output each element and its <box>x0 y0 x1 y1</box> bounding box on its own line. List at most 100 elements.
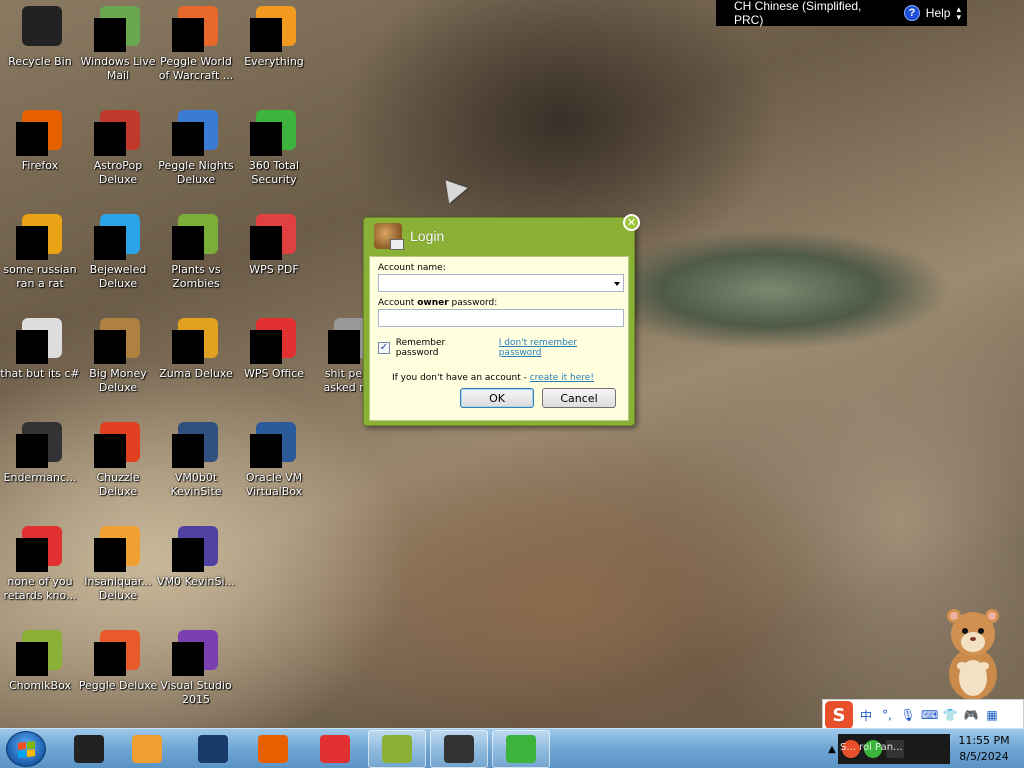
desktop-icon-label: Peggle World of Warcraft ... <box>158 55 234 82</box>
signup-text: If you don't have an account - <box>392 373 530 383</box>
desktop-icon[interactable]: Everything <box>234 4 314 69</box>
clock[interactable]: 11:55 PM 8/5/2024 <box>950 733 1018 765</box>
desktop-icon[interactable]: Visual Studio 2015 <box>156 628 236 707</box>
options-icon[interactable]: ▴ ▾ <box>956 5 961 22</box>
account-name-label: Account name: <box>378 263 446 273</box>
password-label: Account owner password: <box>378 298 498 308</box>
desktop-icon[interactable]: Peggle Nights Deluxe <box>156 108 236 187</box>
remember-password-label[interactable]: Remember password <box>396 338 489 358</box>
desktop-icon[interactable]: VM0 KevinSi... <box>156 524 236 589</box>
desktop-icon-label: VM0b0t KevinSite <box>170 471 222 498</box>
desktop-icon-label: Everything <box>244 55 304 68</box>
desktop-icon[interactable]: WPS Office <box>234 316 314 381</box>
desktop-icon[interactable]: Zuma Deluxe <box>156 316 236 381</box>
redaction-box <box>172 538 204 572</box>
redaction-box <box>172 18 204 52</box>
desktop-icon[interactable]: Firefox <box>0 108 80 173</box>
desktop-icon[interactable]: none of you retards kno... <box>0 524 80 603</box>
virtualbox-icon <box>250 420 298 468</box>
redaction-box <box>16 538 48 572</box>
desktop-icon-label: 360 Total Security <box>248 159 300 186</box>
everything-icon <box>250 4 298 52</box>
taskbar-app-button[interactable] <box>306 730 364 768</box>
browser-icon <box>16 524 64 572</box>
desktop-icon[interactable]: Windows Live Mail <box>78 4 158 83</box>
ime-mode-toggle[interactable]: 中 <box>858 707 874 724</box>
peggle-nights-icon <box>172 108 220 156</box>
dialog-titlebar[interactable]: Login <box>364 218 634 254</box>
desktop-icon[interactable]: Oracle VM VirtualBox <box>234 420 314 499</box>
gamepad-icon[interactable]: 🎮 <box>963 708 979 722</box>
redaction-box <box>94 538 126 572</box>
big-money-icon <box>94 316 142 364</box>
desktop-icon[interactable]: Chuzzle Deluxe <box>78 420 158 499</box>
tray-icons: S... rol Pan... <box>838 734 950 764</box>
sogou-logo-icon[interactable]: S <box>825 701 853 729</box>
desktop-icon-label: none of you retards kno... <box>3 575 77 602</box>
show-hidden-icons-icon[interactable]: ▲ <box>826 744 838 755</box>
redaction-box <box>16 330 48 364</box>
redaction-box <box>250 122 282 156</box>
ime-toolbar[interactable]: S 中 °, 🎙 ⌨ 👕 🎮 ▦ <box>822 699 1024 731</box>
peggle-icon <box>94 628 142 676</box>
desktop-icon[interactable]: that but its c# <box>0 316 80 381</box>
redaction-box <box>328 330 360 364</box>
desktop-icon[interactable]: some russian ran a rat <box>0 212 80 291</box>
desktop-icon-label: Endermanc... <box>3 471 77 484</box>
cancel-button[interactable]: Cancel <box>542 388 616 408</box>
desktop-icon[interactable]: AstroPop Deluxe <box>78 108 158 187</box>
desktop-icon[interactable]: Plants vs Zombies <box>156 212 236 291</box>
help-label[interactable]: Help <box>926 6 951 20</box>
account-name-combobox[interactable] <box>378 274 624 292</box>
desktop-icon[interactable]: Endermanc... <box>0 420 80 485</box>
skin-icon[interactable]: 👕 <box>942 708 958 722</box>
taskbar-app-button[interactable] <box>60 730 118 768</box>
taskbar-app-button[interactable] <box>430 730 488 768</box>
close-icon[interactable]: ✕ <box>623 214 640 231</box>
taskbar-app-button[interactable] <box>118 730 176 768</box>
dropdown-arrow-icon[interactable] <box>614 282 620 286</box>
forgot-password-link[interactable]: I don't remember password <box>499 338 620 358</box>
dialog-body: Account name: Account owner password: ✓ … <box>369 256 629 421</box>
help-icon[interactable]: ? <box>904 5 920 21</box>
desktop-icon-label: Big Money Deluxe <box>89 367 147 394</box>
password-input[interactable] <box>378 309 624 327</box>
punctuation-icon[interactable]: °, <box>879 708 895 722</box>
peggle-wow-icon <box>172 4 220 52</box>
ok-button[interactable]: OK <box>460 388 534 408</box>
console-icon <box>16 420 64 468</box>
desktop-icon-label: Chuzzle Deluxe <box>96 471 140 498</box>
desktop-icon[interactable]: VM0b0t KevinSite <box>156 420 236 499</box>
desktop-icon-label: WPS Office <box>243 367 305 380</box>
firefox-icon <box>258 735 288 763</box>
desktop-icon[interactable]: 360 Total Security <box>234 108 314 187</box>
desktop-icon-label: Windows Live Mail <box>80 55 156 82</box>
taskbar-app-button[interactable] <box>244 730 302 768</box>
pdf-icon <box>250 212 298 260</box>
taskbar-app-button[interactable] <box>368 730 426 768</box>
start-button[interactable] <box>6 731 46 767</box>
desktop-icon[interactable]: ChomikBox <box>0 628 80 693</box>
desktop-icon-label: AstroPop Deluxe <box>93 159 143 186</box>
desktop-icon[interactable]: Recycle Bin <box>0 4 80 69</box>
microphone-icon[interactable]: 🎙 <box>900 708 916 722</box>
taskbar-app-button[interactable] <box>184 730 242 768</box>
taskbar-app-button[interactable] <box>492 730 550 768</box>
redaction-box <box>94 642 126 676</box>
language-label[interactable]: CH Chinese (Simplified, PRC) <box>734 0 890 27</box>
hamster-mascot-icon[interactable] <box>940 604 1006 702</box>
desktop-icon[interactable]: Big Money Deluxe <box>78 316 158 395</box>
desktop-icon[interactable]: WPS PDF <box>234 212 314 277</box>
redaction-box <box>172 122 204 156</box>
tray-text: S... rol Pan... <box>840 742 903 753</box>
grid-menu-icon[interactable]: ▦ <box>984 708 1000 722</box>
language-bar[interactable]: CH Chinese (Simplified, PRC) ? Help ▴ ▾ <box>716 0 967 27</box>
keyboard-icon[interactable]: ⌨ <box>921 708 938 722</box>
desktop-icon[interactable]: Peggle Deluxe <box>78 628 158 693</box>
desktop-icon[interactable]: Bejeweled Deluxe <box>78 212 158 291</box>
create-account-link[interactable]: create it here! <box>530 373 594 383</box>
desktop-icon[interactable]: Peggle World of Warcraft ... <box>156 4 236 83</box>
remember-password-checkbox[interactable]: ✓ <box>378 342 390 354</box>
desktop-icon-label: Peggle Nights Deluxe <box>158 159 234 186</box>
desktop-icon[interactable]: Insaniquar... Deluxe <box>78 524 158 603</box>
